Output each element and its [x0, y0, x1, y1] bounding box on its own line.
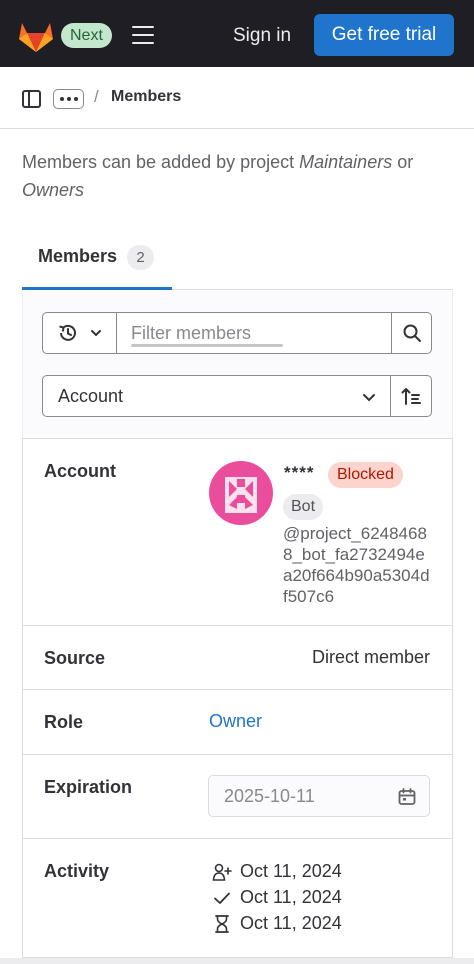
activity-last-activity: Oct 11, 2024	[208, 912, 408, 936]
sort-selector: Account	[42, 375, 432, 417]
filter-bar	[42, 312, 432, 354]
activity-date: Oct 11, 2024	[240, 887, 342, 907]
role-label: Role	[44, 712, 84, 732]
chevron-down-icon	[91, 330, 101, 337]
activity-date: Oct 11, 2024	[240, 913, 342, 933]
page-bottom-divider	[0, 958, 474, 964]
account-row: Account **** Blocked Bot @project_624846…	[23, 439, 452, 626]
gitlab-logo-icon[interactable]	[18, 19, 54, 53]
members-description: Members can be added by project Maintain…	[22, 152, 414, 200]
chevron-down-icon[interactable]	[361, 389, 377, 405]
expiration-date-value: 2025-10-11	[224, 786, 315, 806]
tab-members-label: Members	[38, 246, 118, 266]
sidebar-toggle-icon[interactable]	[22, 90, 41, 108]
breadcrumb-separator: /	[94, 87, 99, 106]
source-value: Direct member	[311, 647, 430, 667]
breadcrumb-current[interactable]: Members	[111, 88, 181, 106]
breadcrumb-more-button[interactable]	[53, 89, 84, 109]
calendar-icon[interactable]	[397, 787, 417, 807]
search-button[interactable]	[391, 313, 431, 353]
get-free-trial-button[interactable]: Get free trial	[314, 14, 454, 56]
role-link[interactable]: Owner	[209, 711, 262, 732]
members-tabs: Members 2	[22, 228, 453, 290]
search-icon	[403, 324, 421, 342]
bot-badge: Bot	[283, 494, 324, 520]
filter-input-underline	[131, 344, 283, 347]
role-row: Role Owner	[23, 690, 452, 755]
expiration-date-input[interactable]: 2025-10-11	[208, 775, 430, 817]
check-icon	[214, 892, 230, 904]
sort-dropdown[interactable]: Account	[58, 386, 123, 407]
top-navbar: Next Sign in Get free trial	[0, 0, 474, 67]
hourglass-icon	[215, 915, 229, 933]
status-badge: Blocked	[328, 462, 403, 488]
sign-in-link[interactable]: Sign in	[233, 23, 291, 49]
user-add-icon	[212, 863, 232, 881]
history-icon	[59, 324, 76, 341]
activity-date: Oct 11, 2024	[240, 861, 342, 881]
expiration-label: Expiration	[44, 777, 133, 797]
tab-members[interactable]: Members 2	[22, 228, 172, 290]
source-row: Source Direct member	[23, 626, 452, 690]
member-username: @project_62484688_bot_fa2732494ea20f664b…	[283, 524, 430, 606]
member-name[interactable]: ****	[284, 463, 314, 483]
activity-label: Activity	[44, 861, 110, 881]
source-label: Source	[44, 648, 106, 668]
activity-user-created: Oct 11, 2024	[208, 860, 408, 884]
sort-ascending-icon	[401, 388, 421, 405]
menu-icon[interactable]	[130, 24, 156, 46]
sort-direction-button[interactable]	[390, 376, 431, 416]
activity-access-granted: Oct 11, 2024	[208, 886, 408, 910]
next-badge[interactable]: Next	[61, 23, 112, 48]
tab-members-count: 2	[127, 245, 154, 270]
avatar[interactable]	[209, 461, 273, 525]
recent-searches-button[interactable]	[43, 313, 117, 353]
page-title-partial	[22, 120, 142, 134]
filter-members-input[interactable]	[117, 313, 391, 353]
account-label: Account	[44, 461, 116, 481]
